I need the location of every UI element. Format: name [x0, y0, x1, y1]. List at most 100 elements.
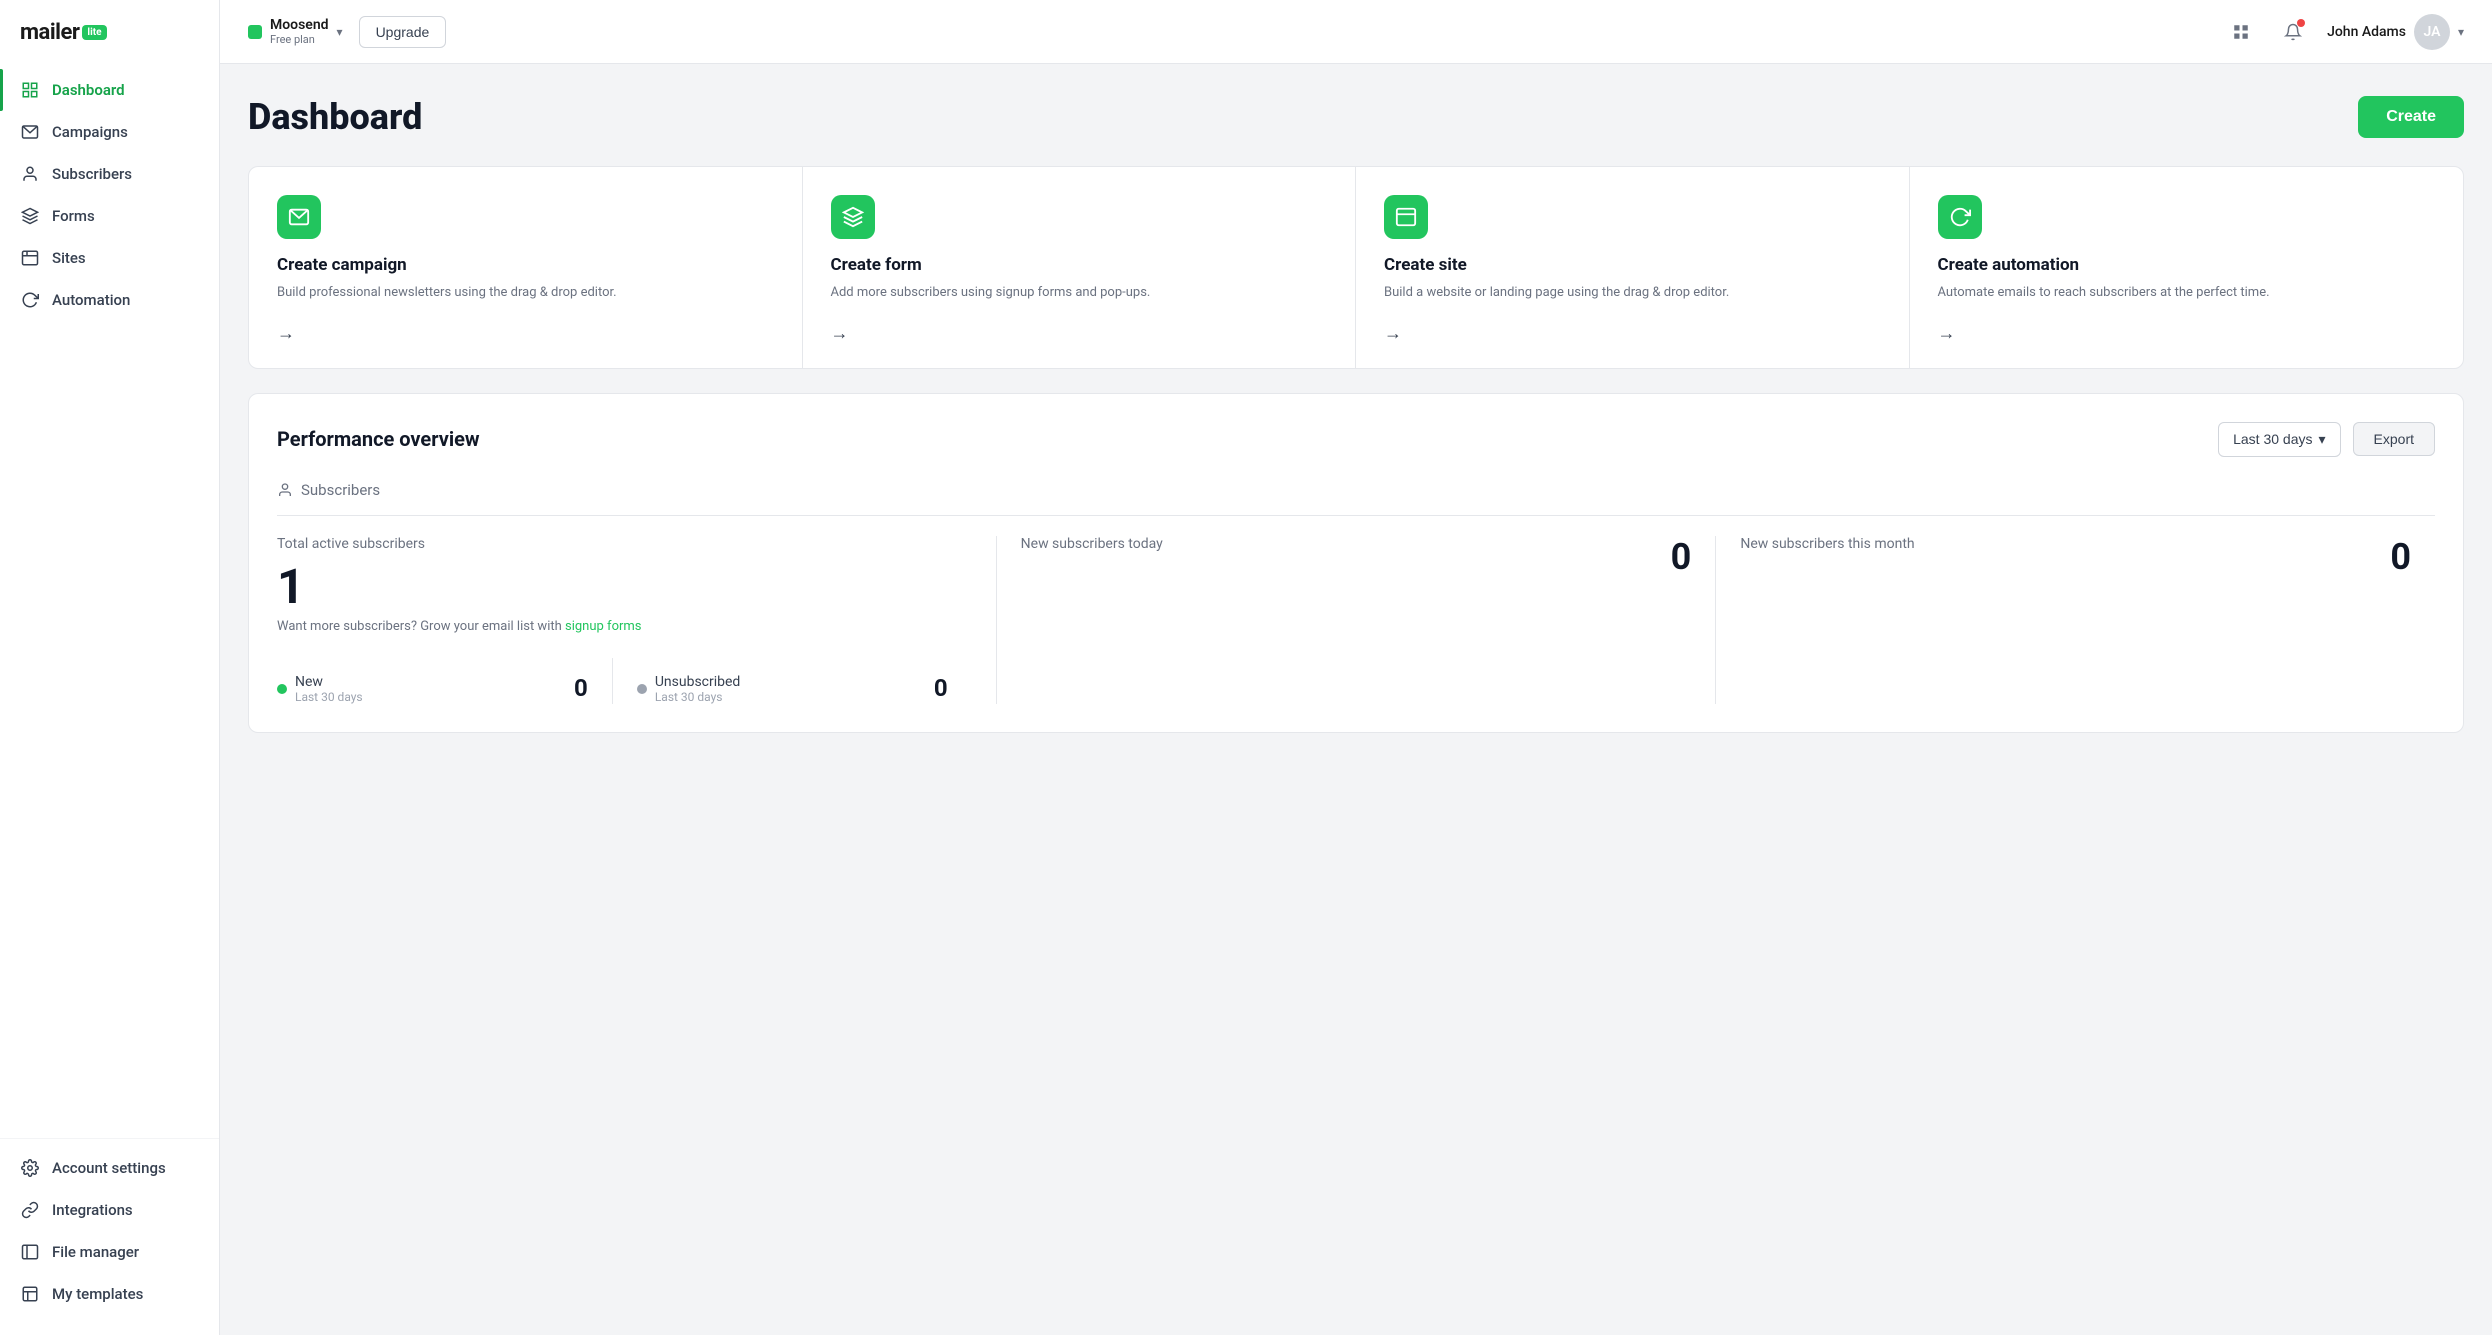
stat-label: New subscribers today	[1021, 536, 1163, 552]
sidebar-item-label: Sites	[52, 249, 86, 267]
qa-desc: Add more subscribers using signup forms …	[831, 283, 1328, 303]
automation-icon	[20, 290, 40, 310]
sites-icon	[20, 248, 40, 268]
integrations-icon	[20, 1200, 40, 1220]
new-dot-icon	[277, 684, 287, 694]
stat-new-today: New subscribers today 0	[997, 536, 1716, 704]
user-profile[interactable]: John Adams JA ▾	[2327, 14, 2464, 50]
sub-stat-date: Last 30 days	[295, 690, 363, 704]
sidebar-item-label: Integrations	[52, 1201, 133, 1219]
stat-subtext-text: Want more subscribers? Grow your email l…	[277, 619, 562, 634]
dashboard-icon	[20, 80, 40, 100]
sidebar-item-label: Automation	[52, 291, 130, 309]
site-icon-wrap	[1384, 195, 1428, 239]
perf-header: Performance overview Last 30 days ▾ Expo…	[277, 422, 2435, 457]
templates-icon	[20, 1284, 40, 1304]
perf-controls: Last 30 days ▾ Export	[2218, 422, 2435, 457]
topbar-actions: John Adams JA ▾	[2223, 14, 2464, 50]
sidebar-item-label: Subscribers	[52, 165, 132, 183]
sidebar-item-my-templates[interactable]: My templates	[0, 1273, 219, 1315]
logo-text: mailer	[20, 20, 79, 45]
sidebar-item-label: Dashboard	[52, 81, 125, 99]
subscribers-section-icon	[277, 482, 293, 498]
notifications-button[interactable]	[2275, 14, 2311, 50]
logo: mailerlite	[0, 20, 219, 69]
sub-stat-new: New Last 30 days 0	[277, 658, 613, 704]
sub-stat-info: Unsubscribed Last 30 days	[637, 674, 741, 704]
qa-desc: Build professional newsletters using the…	[277, 283, 774, 303]
logo-badge: lite	[82, 25, 106, 40]
perf-title: Performance overview	[277, 427, 480, 451]
subscribers-icon	[20, 164, 40, 184]
forms-icon	[20, 206, 40, 226]
qa-desc: Build a website or landing page using th…	[1384, 283, 1881, 303]
sub-stat-info: New Last 30 days	[277, 674, 363, 704]
arrow-icon: →	[1938, 323, 2436, 344]
topbar: Moosend Free plan ▾ Upgrade John Adams J…	[220, 0, 2492, 64]
sidebar-item-label: Forms	[52, 207, 95, 225]
sidebar-item-account-settings[interactable]: Account settings	[0, 1147, 219, 1189]
sidebar-item-forms[interactable]: Forms	[0, 195, 219, 237]
quick-action-create-automation[interactable]: Create automation Automate emails to rea…	[1910, 167, 2464, 368]
automation-icon-wrap	[1938, 195, 1982, 239]
arrow-icon: →	[831, 323, 1328, 344]
quick-action-create-site[interactable]: Create site Build a website or landing p…	[1356, 167, 1910, 368]
sidebar-item-sites[interactable]: Sites	[0, 237, 219, 279]
upgrade-button[interactable]: Upgrade	[359, 16, 447, 48]
sidebar-bottom: Account settings Integrations File manag…	[0, 1138, 219, 1315]
export-button[interactable]: Export	[2353, 422, 2435, 456]
sidebar-nav: Dashboard Campaigns Subscribers Forms Si…	[0, 69, 219, 1315]
main-area: Moosend Free plan ▾ Upgrade John Adams J…	[220, 0, 2492, 1335]
avatar: JA	[2414, 14, 2450, 50]
sidebar-item-subscribers[interactable]: Subscribers	[0, 153, 219, 195]
workspace-plan: Free plan	[270, 33, 329, 46]
page-title: Dashboard	[248, 96, 422, 138]
content-area: Dashboard Create Create campaign Build p…	[220, 64, 2492, 1335]
file-manager-icon	[20, 1242, 40, 1262]
sidebar-item-label: Account settings	[52, 1159, 166, 1177]
sub-stat-label: New	[295, 674, 363, 690]
sidebar-item-label: My templates	[52, 1285, 143, 1303]
create-button[interactable]: Create	[2358, 96, 2464, 138]
stat-value: 0	[1671, 536, 1692, 578]
sub-stat-label: Unsubscribed	[655, 674, 741, 690]
sidebar-item-campaigns[interactable]: Campaigns	[0, 111, 219, 153]
page-header: Dashboard Create	[248, 96, 2464, 138]
chevron-down-icon: ▾	[337, 25, 343, 39]
campaign-icon-wrap	[277, 195, 321, 239]
sub-stat-date: Last 30 days	[655, 690, 741, 704]
workspace-selector[interactable]: Moosend Free plan ▾	[248, 17, 343, 46]
sidebar-item-file-manager[interactable]: File manager	[0, 1231, 219, 1273]
arrow-icon: →	[277, 323, 774, 344]
sidebar: mailerlite Dashboard Campaigns Subscribe…	[0, 0, 220, 1335]
quick-action-create-form[interactable]: Create form Add more subscribers using s…	[803, 167, 1357, 368]
section-label: Subscribers	[277, 481, 2435, 516]
sidebar-item-label: Campaigns	[52, 123, 128, 141]
chevron-down-icon: ▾	[2319, 431, 2326, 448]
workspace-name: Moosend	[270, 17, 329, 33]
qa-desc: Automate emails to reach subscribers at …	[1938, 283, 2436, 303]
sidebar-item-dashboard[interactable]: Dashboard	[0, 69, 219, 111]
qa-title: Create site	[1384, 255, 1881, 275]
qa-title: Create form	[831, 255, 1328, 275]
workspace-info: Moosend Free plan	[270, 17, 329, 46]
stat-label: Total active subscribers	[277, 536, 972, 552]
stat-value: 0	[2390, 536, 2411, 578]
quick-actions-grid: Create campaign Build professional newsl…	[248, 166, 2464, 369]
sub-stat-unsubscribed: Unsubscribed Last 30 days 0	[613, 658, 972, 704]
sub-stats: New Last 30 days 0 Unsu	[277, 658, 972, 704]
quick-action-create-campaign[interactable]: Create campaign Build professional newsl…	[249, 167, 803, 368]
date-filter-button[interactable]: Last 30 days ▾	[2218, 422, 2340, 457]
user-name: John Adams	[2327, 24, 2406, 40]
grid-icon-button[interactable]	[2223, 14, 2259, 50]
stat-total-active: Total active subscribers 1 Want more sub…	[277, 536, 996, 704]
performance-overview-card: Performance overview Last 30 days ▾ Expo…	[248, 393, 2464, 733]
signup-forms-link[interactable]: signup forms	[565, 619, 642, 634]
sidebar-item-automation[interactable]: Automation	[0, 279, 219, 321]
stat-subtext: Want more subscribers? Grow your email l…	[277, 619, 972, 634]
date-filter-label: Last 30 days	[2233, 431, 2312, 447]
settings-icon	[20, 1158, 40, 1178]
stat-label: New subscribers this month	[1740, 536, 1914, 552]
sidebar-item-integrations[interactable]: Integrations	[0, 1189, 219, 1231]
arrow-icon: →	[1384, 323, 1881, 344]
